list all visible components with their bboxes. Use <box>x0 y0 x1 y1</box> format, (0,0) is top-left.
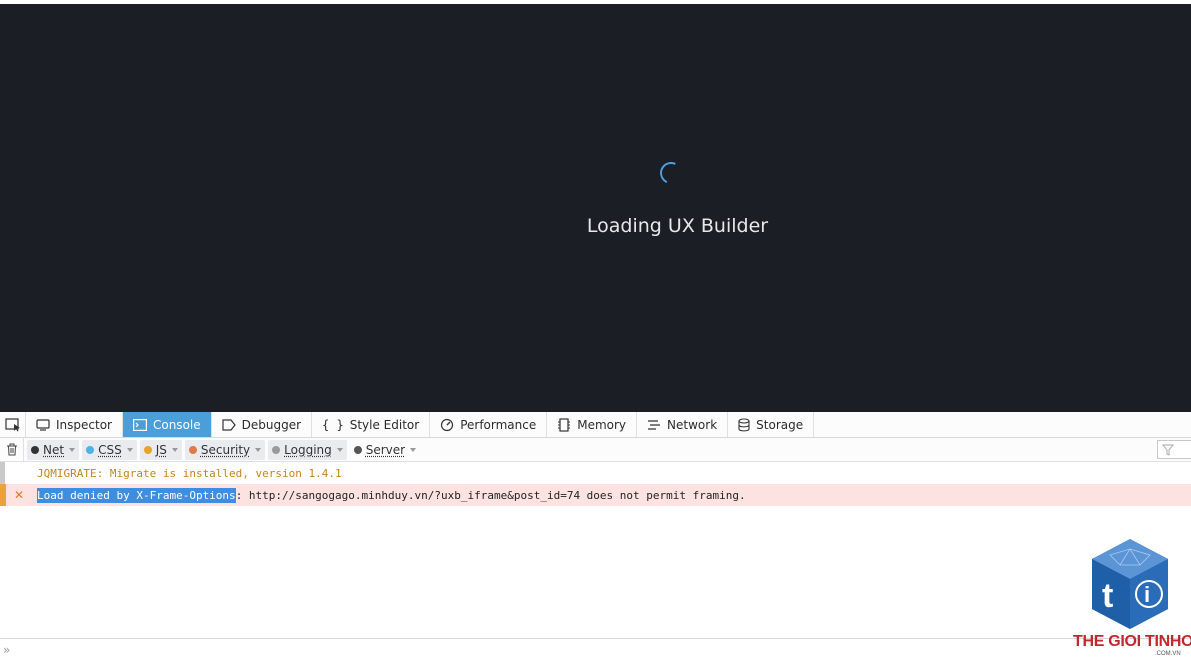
tab-style-editor[interactable]: { } Style Editor <box>312 412 430 437</box>
chevron-down-icon <box>172 448 178 452</box>
tab-style-editor-label: Style Editor <box>350 418 419 432</box>
js-dot-icon <box>144 446 152 454</box>
filter-js-label: JS <box>156 443 167 457</box>
message-text: : http://sangogago.minhduy.vn/?uxb_ifram… <box>236 489 746 502</box>
tab-console[interactable]: Console <box>123 412 212 437</box>
console-icon <box>133 419 147 431</box>
selected-text[interactable]: Load denied by X-Frame-Options <box>37 488 236 503</box>
storage-icon <box>738 418 750 432</box>
message-gutter <box>0 462 5 484</box>
filter-icon <box>1162 444 1174 456</box>
brand-domain: .COM.VN <box>1155 651 1181 657</box>
tab-debugger-label: Debugger <box>242 418 301 432</box>
filter-net-button[interactable]: Net <box>27 440 79 460</box>
message-gutter <box>0 484 6 506</box>
tab-network-label: Network <box>667 418 717 432</box>
chevron-down-icon <box>69 448 75 452</box>
logging-dot-icon <box>272 446 280 454</box>
trash-icon <box>6 443 18 456</box>
network-icon <box>647 419 661 431</box>
console-message-warning: JQMIGRATE: Migrate is installed, version… <box>0 462 1191 484</box>
filter-css-button[interactable]: CSS <box>82 440 137 460</box>
loading-text: Loading UX Builder <box>0 215 1191 237</box>
loading-spinner-icon <box>657 159 685 187</box>
message-text: JQMIGRATE: Migrate is installed, version… <box>37 467 342 480</box>
console-output: JQMIGRATE: Migrate is installed, version… <box>0 462 1191 638</box>
element-picker-icon <box>5 418 21 432</box>
chevron-down-icon <box>255 448 261 452</box>
tab-performance-label: Performance <box>460 418 536 432</box>
tab-debugger[interactable]: Debugger <box>212 412 312 437</box>
chevron-prompt-icon: » <box>3 643 10 657</box>
tab-storage[interactable]: Storage <box>728 412 814 437</box>
filter-server-label: Server <box>366 443 405 457</box>
x-mark-icon: ✕ <box>14 488 24 502</box>
server-dot-icon <box>354 446 362 454</box>
brand-name: THE GIOI TINHOC <box>1073 633 1191 651</box>
tab-console-label: Console <box>153 418 201 432</box>
filter-css-label: CSS <box>98 443 122 457</box>
memory-icon <box>557 418 571 432</box>
tab-inspector-label: Inspector <box>56 418 112 432</box>
filter-logging-label: Logging <box>284 443 332 457</box>
inspector-icon <box>36 419 50 431</box>
filter-security-button[interactable]: Security <box>185 440 265 460</box>
filter-net-label: Net <box>43 443 64 457</box>
filter-output-input[interactable] <box>1157 440 1191 459</box>
tab-memory-label: Memory <box>577 418 626 432</box>
clear-console-button[interactable] <box>0 438 24 461</box>
tab-storage-label: Storage <box>756 418 803 432</box>
performance-icon <box>440 418 454 432</box>
filter-js-button[interactable]: JS <box>140 440 182 460</box>
console-input[interactable]: » <box>0 638 1191 661</box>
chevron-down-icon <box>410 448 416 452</box>
svg-text:t: t <box>1102 577 1113 615</box>
css-dot-icon <box>86 446 94 454</box>
filter-server-button[interactable]: Server <box>350 440 420 460</box>
element-picker-button[interactable] <box>0 412 26 437</box>
braces-icon: { } <box>322 418 344 432</box>
tab-performance[interactable]: Performance <box>430 412 547 437</box>
filter-security-label: Security <box>201 443 250 457</box>
tab-inspector[interactable]: Inspector <box>26 412 123 437</box>
security-dot-icon <box>189 446 197 454</box>
chevron-down-icon <box>127 448 133 452</box>
devtools-toolbar: Inspector Console Debugger { } Style Edi… <box>0 412 1191 438</box>
svg-text:i: i <box>1144 582 1150 607</box>
debugger-icon <box>222 419 236 431</box>
console-filter-bar: Net CSS JS Security Logging Server <box>0 438 1191 462</box>
chevron-down-icon <box>337 448 343 452</box>
page-viewport: Loading UX Builder <box>0 4 1191 412</box>
filter-logging-button[interactable]: Logging <box>268 440 347 460</box>
console-message-error: ✕ Load denied by X-Frame-Options: http:/… <box>0 484 1191 506</box>
tab-network[interactable]: Network <box>637 412 728 437</box>
tab-memory[interactable]: Memory <box>547 412 637 437</box>
net-dot-icon <box>31 446 39 454</box>
